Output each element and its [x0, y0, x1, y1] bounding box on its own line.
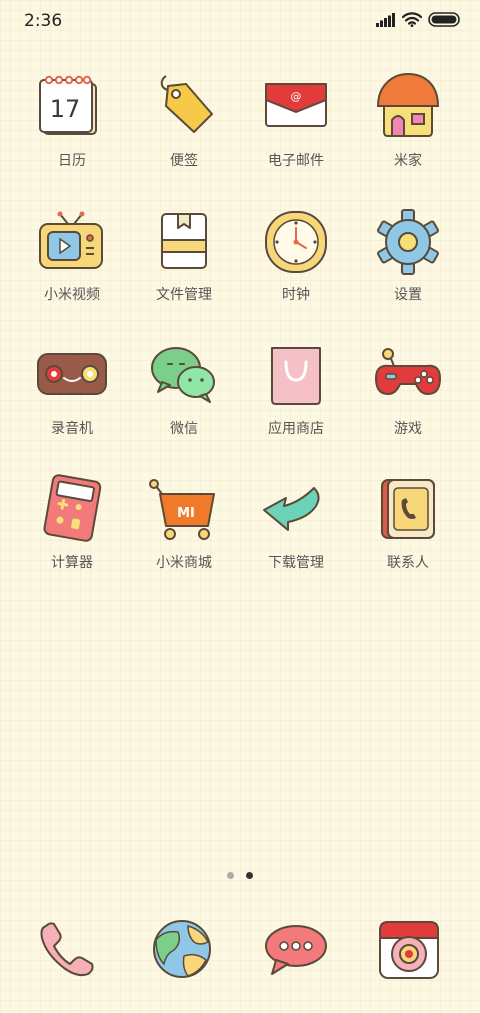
messages-icon — [265, 925, 327, 975]
dock-phone[interactable] — [32, 916, 108, 982]
app-mi-store[interactable]: MI 小米商城 — [132, 472, 236, 572]
calendar-icon: 17 — [39, 75, 97, 135]
app-recorder[interactable]: 录音机 — [20, 338, 124, 438]
app-store[interactable]: 应用商店 — [244, 338, 348, 438]
page-indicator[interactable] — [0, 872, 480, 879]
dock-browser[interactable] — [144, 916, 220, 982]
file-box-icon — [161, 213, 207, 269]
camera-icon — [379, 921, 439, 979]
phone-icon — [40, 922, 94, 977]
status-bar: 2:36 — [0, 0, 480, 44]
app-label-contacts: 联系人 — [387, 555, 429, 571]
app-mijia[interactable]: 米家 — [356, 70, 460, 170]
app-label-clock: 时钟 — [282, 287, 310, 303]
app-label-downloads: 下载管理 — [268, 555, 324, 571]
dock-camera[interactable] — [372, 916, 448, 982]
app-contacts[interactable]: 联系人 — [356, 472, 460, 572]
gear-icon — [377, 209, 439, 275]
app-label-recorder: 录音机 — [51, 421, 93, 437]
calendar-date-text: 17 — [50, 95, 81, 123]
download-arrow-icon — [263, 487, 320, 531]
app-calendar[interactable]: 17 日历 — [20, 70, 124, 170]
app-mi-video[interactable]: 小米视频 — [20, 204, 124, 304]
app-label-mijia: 米家 — [394, 153, 422, 169]
status-time: 2:36 — [24, 11, 63, 31]
app-email[interactable]: @ 电子邮件 — [244, 70, 348, 170]
recorder-icon — [37, 353, 107, 395]
shopping-bag-icon — [271, 347, 321, 405]
app-clock[interactable]: 时钟 — [244, 204, 348, 304]
contacts-book-icon — [381, 479, 435, 539]
app-label-wechat: 微信 — [170, 421, 198, 437]
cellular-signal-icon — [376, 12, 395, 27]
gamepad-icon — [375, 348, 441, 395]
app-label-calendar: 日历 — [58, 153, 86, 169]
status-icons — [376, 12, 460, 27]
email-envelope-icon: @ — [265, 83, 327, 127]
app-label-calculator: 计算器 — [51, 555, 93, 571]
calculator-icon — [43, 474, 102, 542]
app-file-manager[interactable]: 文件管理 — [132, 204, 236, 304]
app-label-games: 游戏 — [394, 421, 422, 437]
app-label-store: 应用商店 — [268, 421, 324, 437]
app-notes[interactable]: 便签 — [132, 70, 236, 170]
app-label-notes: 便签 — [170, 153, 198, 169]
page-dot-2-active[interactable] — [246, 872, 253, 879]
wechat-icon — [151, 347, 215, 403]
page-dot-1[interactable] — [227, 872, 234, 879]
house-icon — [376, 72, 440, 137]
app-wechat[interactable]: 微信 — [132, 338, 236, 438]
app-label-email: 电子邮件 — [268, 153, 324, 169]
app-label-mi-video: 小米视频 — [44, 287, 100, 303]
app-settings[interactable]: 设置 — [356, 204, 460, 304]
app-label-settings: 设置 — [394, 287, 422, 303]
shopping-cart-icon: MI — [149, 479, 215, 540]
notes-tag-icon — [160, 75, 213, 133]
app-calculator[interactable]: 计算器 — [20, 472, 124, 572]
browser-globe-icon — [153, 920, 211, 978]
tv-video-icon — [39, 211, 103, 269]
app-label-mi-store: 小米商城 — [156, 555, 212, 571]
cart-mi-text: MI — [177, 506, 195, 521]
app-label-file-manager: 文件管理 — [156, 287, 212, 303]
svg-text:@: @ — [291, 90, 302, 103]
wifi-icon — [402, 12, 422, 27]
battery-icon — [428, 12, 460, 27]
app-games[interactable]: 游戏 — [356, 338, 460, 438]
app-downloads[interactable]: 下载管理 — [244, 472, 348, 572]
clock-icon — [265, 211, 327, 273]
dock-messages[interactable] — [258, 916, 334, 982]
